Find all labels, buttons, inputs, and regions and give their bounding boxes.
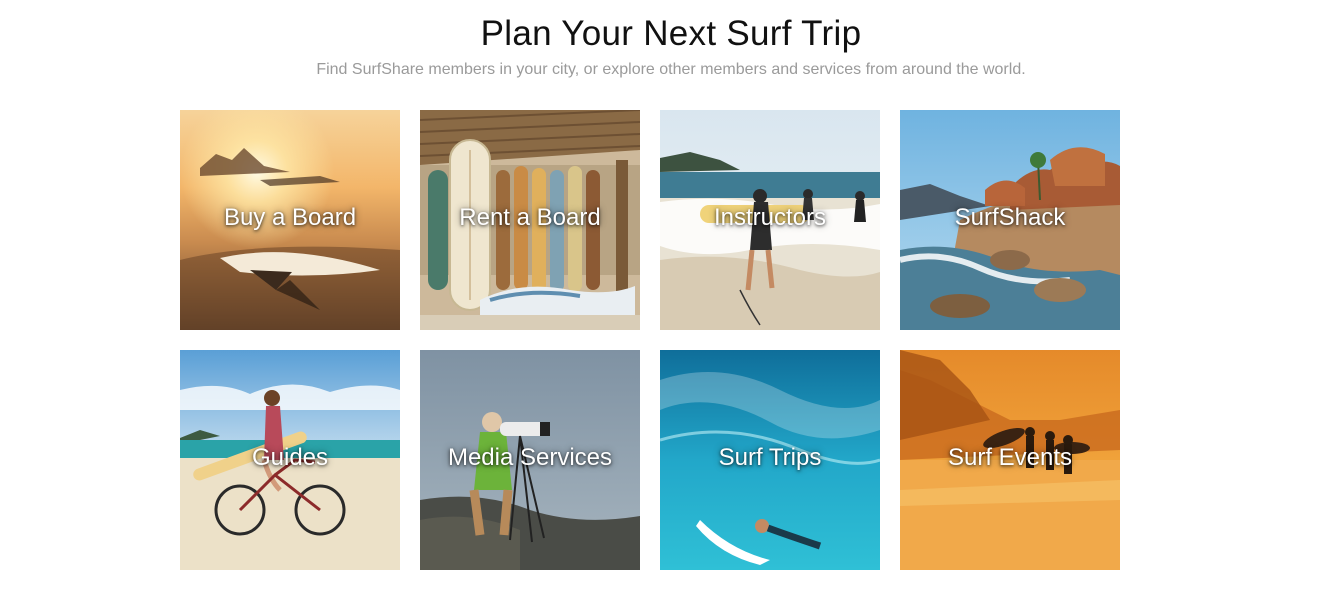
tile-label: Buy a Board: [223, 204, 357, 231]
tile-media-services[interactable]: Media Services: [420, 350, 640, 570]
tile-instructors[interactable]: Instructors: [660, 110, 880, 330]
tile-label: Surf Events: [947, 444, 1073, 471]
tile-surf-trips[interactable]: Surf Trips: [660, 350, 880, 570]
tile-guides[interactable]: Guides: [180, 350, 400, 570]
category-grid: Buy a Board Rent a Board Instructors Sur…: [180, 110, 1120, 570]
tile-label: Media Services: [447, 444, 613, 471]
tile-buy-a-board[interactable]: Buy a Board: [180, 110, 400, 330]
tile-label: Instructors: [713, 204, 827, 231]
tile-label: Guides: [251, 444, 329, 471]
tile-rent-a-board[interactable]: Rent a Board: [420, 110, 640, 330]
tile-label: Rent a Board: [459, 204, 601, 231]
page: Plan Your Next Surf Trip Find SurfShare …: [0, 0, 1342, 609]
page-title: Plan Your Next Surf Trip: [480, 14, 862, 53]
page-subtitle: Find SurfShare members in your city, or …: [316, 61, 1026, 78]
tile-surf-events[interactable]: Surf Events: [900, 350, 1120, 570]
tile-label: SurfShack: [954, 204, 1066, 231]
tile-label: Surf Trips: [718, 444, 822, 471]
tile-surfshack[interactable]: SurfShack: [900, 110, 1120, 330]
